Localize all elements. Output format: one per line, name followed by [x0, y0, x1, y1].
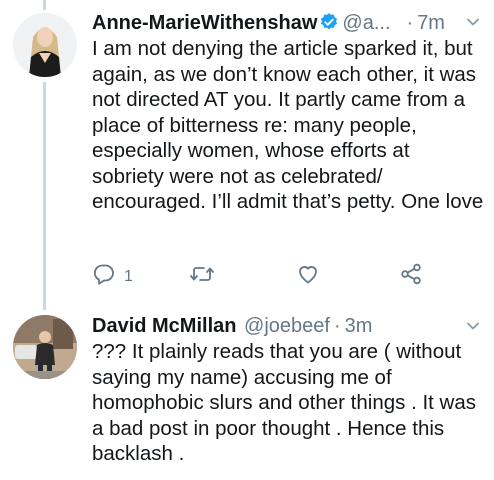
- reply-icon: [92, 262, 116, 291]
- timestamp[interactable]: 3m: [345, 315, 373, 337]
- reply-button[interactable]: 1: [92, 262, 133, 291]
- chevron-down-icon[interactable]: [465, 14, 481, 35]
- share-icon: [399, 262, 423, 291]
- share-button[interactable]: [399, 262, 423, 291]
- author-handle[interactable]: @a...: [342, 12, 390, 34]
- tweet[interactable]: Anne-MarieWithenshaw @a... · 7m I am not de…: [0, 0, 494, 310]
- tweet-text: ??? It plainly reads that you are ( with…: [92, 340, 477, 465]
- thread-line: [43, 82, 46, 310]
- separator-dot: ·: [333, 315, 341, 337]
- retweet-icon: [189, 262, 215, 291]
- author-name[interactable]: Anne-MarieWithenshaw: [92, 12, 317, 34]
- thread-line: [43, 0, 46, 10]
- like-button[interactable]: [296, 262, 320, 291]
- reply-count: 1: [124, 267, 133, 285]
- avatar[interactable]: [13, 315, 77, 379]
- verified-badge-icon: [319, 12, 339, 38]
- separator-dot: ·: [406, 12, 414, 34]
- avatar-photo: [13, 315, 77, 379]
- timestamp[interactable]: 7m: [417, 12, 445, 34]
- avatar-photo: [13, 13, 77, 77]
- chevron-down-icon[interactable]: [465, 318, 481, 339]
- author-name[interactable]: David McMillan: [92, 315, 236, 337]
- tweet-actions: 1: [92, 262, 452, 288]
- avatar[interactable]: [13, 13, 77, 77]
- tweet-header: Anne-MarieWithenshaw @a... · 7m: [92, 11, 445, 38]
- like-icon: [296, 262, 320, 291]
- retweet-button[interactable]: [189, 262, 215, 291]
- tweet-text: I am not denying the article sparked it,…: [92, 37, 484, 213]
- tweet-header: David McMillan @joebeef · 3m: [92, 314, 372, 338]
- author-handle[interactable]: @joebeef: [244, 315, 330, 337]
